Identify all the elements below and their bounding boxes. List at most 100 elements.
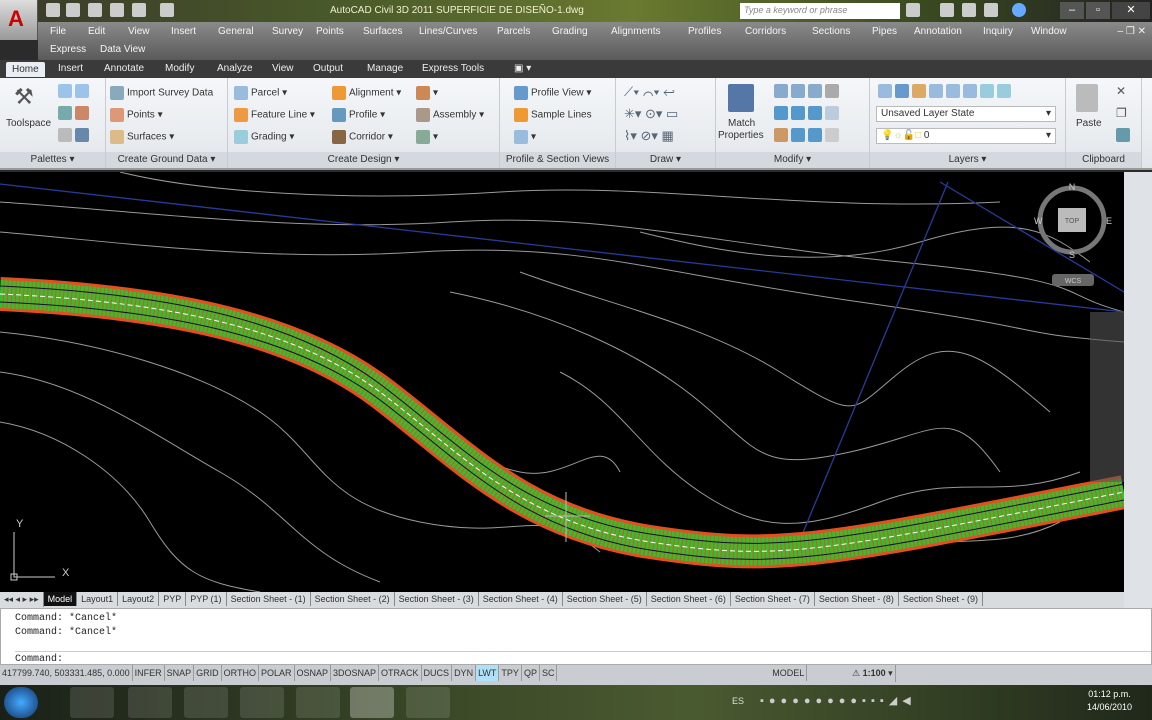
menu-profiles[interactable]: Profiles	[688, 26, 721, 37]
command-window[interactable]: Command: *Cancel* Command: *Cancel* Comm…	[0, 608, 1152, 665]
taskbar-app-explorer[interactable]	[70, 687, 114, 718]
navigation-bar[interactable]	[1090, 312, 1124, 482]
layout-tab[interactable]: Layout1	[77, 592, 119, 606]
layer-properties-icon[interactable]	[878, 84, 892, 98]
layer-icon[interactable]	[895, 84, 909, 98]
taskbar-app-messenger[interactable]	[296, 687, 340, 718]
import-survey-data-button[interactable]: Import Survey Data	[110, 86, 213, 100]
toggle-qp[interactable]: QP	[522, 665, 540, 681]
survey-icon[interactable]	[58, 106, 72, 120]
draw-tools-3-icon[interactable]: ⌇▾ ⊘▾ ▦	[624, 128, 674, 144]
pipe-network-button[interactable]: ▾	[416, 130, 438, 144]
toggle-snap[interactable]: SNAP	[165, 665, 195, 681]
grading-button[interactable]: Grading ▾	[234, 130, 294, 144]
move-icon[interactable]	[774, 84, 788, 98]
tray-icons[interactable]: ▪●●●●●●●●▪▪▪◢◀	[760, 694, 916, 707]
layout-tab[interactable]: Layout2	[118, 592, 160, 606]
clock[interactable]: 01:12 p.m. 14/06/2010	[1087, 688, 1132, 714]
layout-tab[interactable]: Section Sheet - (5)	[563, 592, 647, 606]
menu-window[interactable]: Window	[1031, 26, 1067, 37]
wcs-menu[interactable]: WCS	[1065, 278, 1082, 285]
copy-clip-icon[interactable]: ❐	[1116, 106, 1127, 120]
cut-icon[interactable]: ✕	[1116, 84, 1126, 98]
trim-icon[interactable]	[808, 84, 822, 98]
tab-insert[interactable]: Insert	[58, 63, 83, 74]
layout-tab[interactable]: Section Sheet - (9)	[899, 592, 983, 606]
menu-annotation[interactable]: Annotation	[914, 26, 962, 37]
stretch-icon[interactable]	[774, 128, 788, 142]
menu-survey[interactable]: Survey	[272, 26, 303, 37]
tab-nav-buttons[interactable]: ◂◂ ◂ ▸ ▸▸	[0, 592, 44, 607]
match-clip-icon[interactable]	[1116, 128, 1130, 142]
undo-icon[interactable]	[132, 3, 146, 17]
layout-tab[interactable]: Section Sheet - (1)	[227, 592, 311, 606]
copy-icon[interactable]	[774, 106, 788, 120]
match-label[interactable]: Match	[728, 118, 755, 129]
create-ground-data-label[interactable]: Create Ground Data ▾	[106, 152, 227, 168]
properties-icon[interactable]	[58, 128, 72, 142]
drawing-svg[interactable]: N S E W TOP WCS Y X	[0, 172, 1124, 592]
application-menu-button[interactable]: A	[0, 0, 38, 40]
explode-icon[interactable]	[825, 106, 839, 120]
wrench-icon[interactable]	[940, 3, 954, 17]
binoculars-icon[interactable]	[906, 3, 920, 17]
draw-label[interactable]: Draw ▾	[616, 152, 715, 168]
layer-state-dropdown[interactable]: Unsaved Layer State ▾	[876, 106, 1056, 122]
fillet-icon[interactable]	[808, 106, 822, 120]
taskbar-app-autocad[interactable]	[350, 687, 394, 718]
toggle-dyn[interactable]: DYN	[452, 665, 477, 681]
print-icon[interactable]	[110, 3, 124, 17]
toolspace-icon[interactable]: ⚒	[14, 84, 34, 110]
menu-view[interactable]: View	[128, 26, 150, 37]
layer-off-icon[interactable]	[912, 84, 926, 98]
rotate-icon[interactable]	[791, 84, 805, 98]
offset-icon[interactable]	[825, 128, 839, 142]
layout-tab[interactable]: Section Sheet - (8)	[815, 592, 899, 606]
modify-label[interactable]: Modify ▾	[716, 152, 869, 168]
draw-tools-2-icon[interactable]: ✳▾ ⊙▾ ▭	[624, 106, 678, 122]
tab-annotate[interactable]: Annotate	[104, 63, 144, 74]
layer-freeze-icon[interactable]	[946, 84, 960, 98]
layout-tab[interactable]: PYP (1)	[186, 592, 227, 606]
drawing-canvas[interactable]: N S E W TOP WCS Y X	[0, 172, 1124, 592]
tab-view[interactable]: View	[272, 63, 294, 74]
menu-file[interactable]: File	[50, 26, 66, 37]
tab-analyze[interactable]: Analyze	[217, 63, 253, 74]
toggle-otrack[interactable]: OTRACK	[379, 665, 422, 681]
properties-label[interactable]: Properties	[718, 130, 764, 141]
mirror-icon[interactable]	[791, 106, 805, 120]
taskbar-app-winamp[interactable]	[184, 687, 228, 718]
layers-label[interactable]: Layers ▾	[870, 152, 1065, 168]
erase-icon[interactable]	[825, 84, 839, 98]
document-window-controls[interactable]: – ❐ ✕	[1118, 26, 1146, 37]
minimize-button[interactable]: –	[1060, 2, 1084, 19]
profile-button[interactable]: Profile ▾	[332, 108, 385, 122]
maximize-button[interactable]: ▫	[1086, 2, 1110, 19]
profile-section-label[interactable]: Profile & Section Views	[500, 152, 615, 168]
star-icon[interactable]	[984, 3, 998, 17]
menu-sections[interactable]: Sections	[812, 26, 850, 37]
viewcube[interactable]: N S E W TOP WCS	[1034, 182, 1112, 286]
toggle-lwt[interactable]: LWT	[476, 665, 500, 681]
assembly-button[interactable]: Assembly ▾	[416, 108, 484, 122]
menu-pipes[interactable]: Pipes	[872, 26, 897, 37]
new-icon[interactable]	[46, 3, 60, 17]
panorama-icon[interactable]	[75, 128, 89, 142]
tab-home[interactable]: Home	[6, 62, 45, 77]
toolspace-button[interactable]: Toolspace	[6, 118, 51, 129]
model-button[interactable]: MODEL	[770, 665, 808, 681]
menu-surfaces[interactable]: Surfaces	[363, 26, 402, 37]
layout-tab[interactable]: Section Sheet - (3)	[395, 592, 479, 606]
toggle-tpy[interactable]: TPY	[499, 665, 522, 681]
layout-tab[interactable]: Section Sheet - (4)	[479, 592, 563, 606]
menu-grading[interactable]: Grading	[552, 26, 588, 37]
layer-isolate-icon[interactable]	[929, 84, 943, 98]
layer-match-icon[interactable]	[980, 84, 994, 98]
paste-button[interactable]: Paste	[1076, 118, 1102, 129]
toolbox-icon[interactable]	[75, 106, 89, 120]
help-icon[interactable]	[1012, 3, 1026, 17]
tab-modify[interactable]: Modify	[165, 63, 194, 74]
feature-line-button[interactable]: Feature Line ▾	[234, 108, 315, 122]
paste-icon[interactable]	[1076, 84, 1098, 112]
palettes-label[interactable]: Palettes ▾	[0, 152, 105, 168]
